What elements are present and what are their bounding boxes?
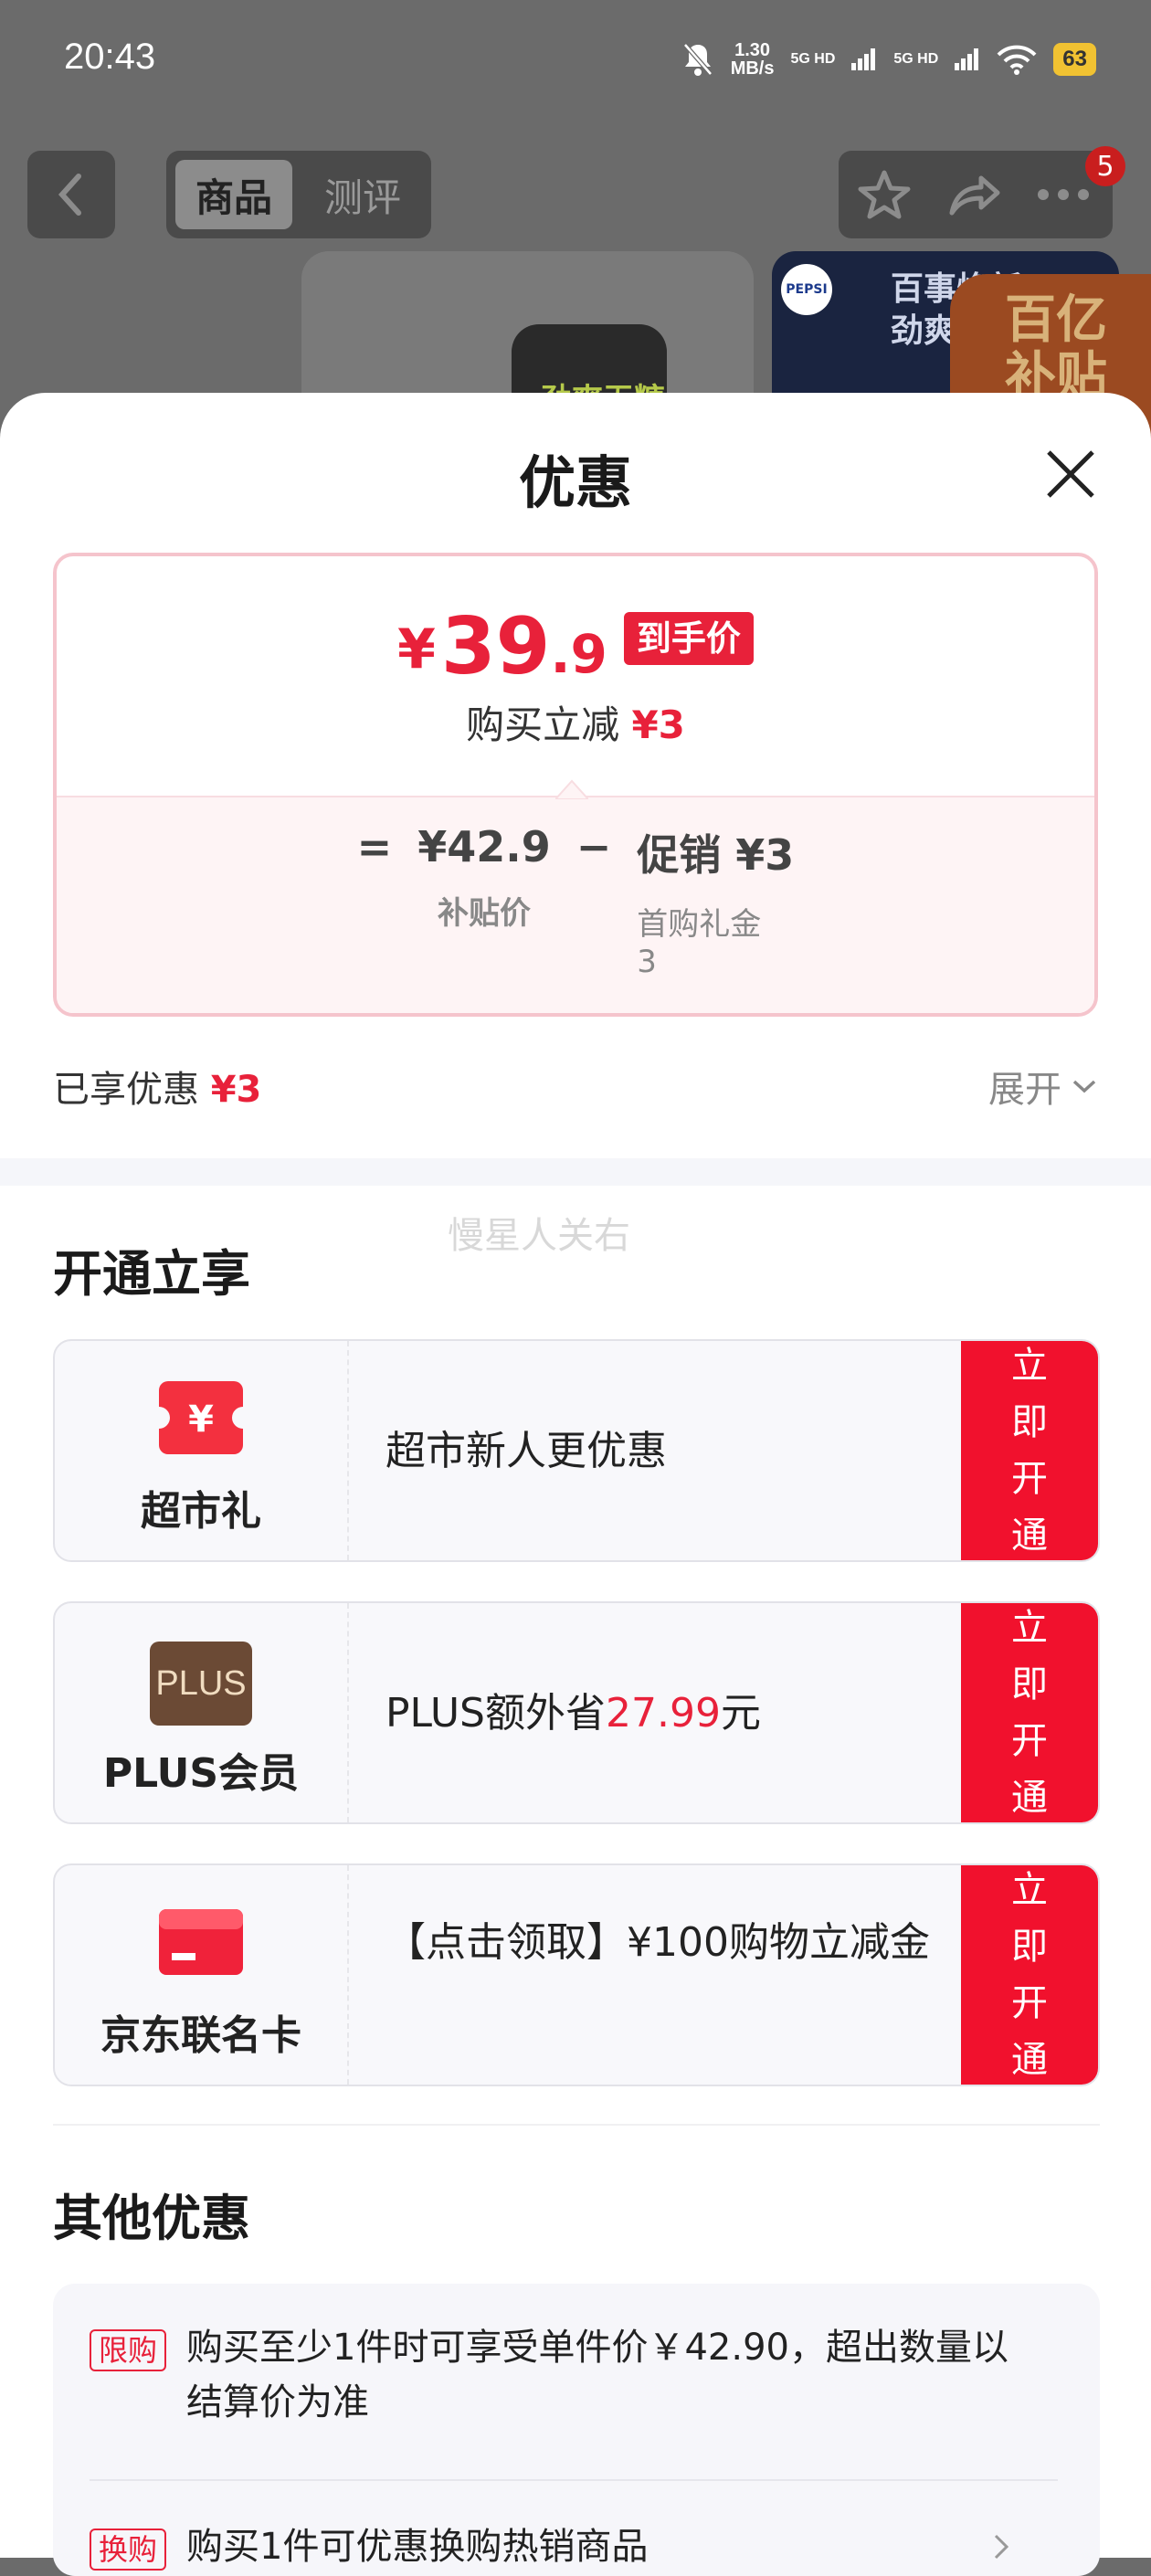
open-now-button[interactable]: 立即开通 [961, 1865, 1098, 2085]
offer-name: 超市礼 [141, 1488, 261, 1535]
final-price-tag: 到手价 [623, 612, 754, 665]
promo-block: 促销 ¥3 首购礼金 3 [637, 830, 795, 980]
card-icon [159, 1909, 243, 1975]
open-section-title: 开通立享 [53, 1245, 250, 1303]
offer-name: 京东联名卡 [100, 2012, 301, 2059]
share-icon[interactable] [946, 171, 1001, 218]
open-now-button[interactable]: 立即开通 [961, 1603, 1098, 1822]
status-icons: 1.30 MB/s 5G HD 5G HD 63 [681, 37, 1096, 82]
open-now-button[interactable]: 立即开通 [961, 1341, 1098, 1560]
price-decimal: .9 [550, 623, 607, 685]
section-divider [0, 1158, 1151, 1186]
list-item[interactable]: 换购 购买1件可优惠换购热销商品 [90, 2526, 1058, 2574]
signal-bars-icon [955, 48, 979, 70]
back-button[interactable] [27, 151, 115, 238]
divider [53, 2124, 1100, 2126]
instant-discount: 购买立减 ¥3 [466, 702, 685, 747]
list-item-text: 购买1件可优惠换购热销商品 [186, 2526, 649, 2568]
enjoyed-discount: 已享优惠 ¥3 [53, 1069, 262, 1111]
offer-description: PLUS额外省27.99元 [385, 1690, 761, 1737]
wifi-icon [997, 45, 1037, 75]
star-icon[interactable] [857, 169, 912, 220]
list-item: 限购 购买至少1件时可享受单件价￥42.90，超出数量以结算价为准 [90, 2327, 1058, 2430]
more-icon[interactable] [1034, 184, 1093, 206]
chevron-right-icon [994, 2534, 1009, 2560]
action-group [839, 151, 1113, 238]
offer-name: PLUS会员 [102, 1750, 300, 1797]
other-section-title: 其他优惠 [53, 2190, 250, 2247]
watermark: 慢星人关右 [448, 1215, 630, 1257]
expand-button[interactable]: 展开 [988, 1060, 1098, 1113]
price-currency: ¥ [397, 618, 436, 681]
equals-sign: = [356, 822, 393, 871]
exchange-tag: 换购 [90, 2528, 167, 2571]
signal-1: 5G HD [790, 51, 836, 67]
close-icon[interactable] [1041, 445, 1100, 503]
svg-text:¥: ¥ [188, 1399, 214, 1441]
offer-description: 超市新人更优惠 [385, 1428, 667, 1474]
list-divider [90, 2479, 1058, 2481]
offer-left: PLUS PLUS会员 [55, 1603, 349, 1822]
tab-switcher: 商品 测评 [166, 151, 431, 238]
final-price: ¥ 39 .9 到手价 [0, 603, 1151, 691]
offer-left: 京东联名卡 [55, 1865, 349, 2085]
offer-supermarket[interactable]: ¥ 超市礼 超市新人更优惠 立即开通 [53, 1339, 1100, 1562]
offer-plus[interactable]: PLUS PLUS会员 PLUS额外省27.99元 立即开通 [53, 1601, 1100, 1824]
offer-left: ¥ 超市礼 [55, 1341, 349, 1560]
limit-tag: 限购 [90, 2329, 167, 2371]
sheet-title: 优惠 [518, 449, 632, 516]
base-price-block: ¥42.9 补贴价 [417, 822, 551, 932]
offer-description: 【点击领取】¥100购物立减金 [385, 1919, 930, 1966]
price-formula: = ¥42.9 补贴价 − 促销 ¥3 首购礼金 3 [0, 822, 1151, 980]
status-time: 20:43 [64, 37, 156, 77]
signal-bars-icon [851, 48, 876, 70]
list-item-text: 购买至少1件时可享受单件价￥42.90，超出数量以结算价为准 [186, 2327, 1008, 2423]
plus-badge-icon: PLUS [150, 1642, 252, 1726]
battery-indicator: 63 [1053, 43, 1096, 76]
offer-cobrand-card[interactable]: 京东联名卡 【点击领取】¥100购物立减金 立即开通 [53, 1863, 1100, 2086]
tab-product[interactable]: 商品 [175, 160, 292, 229]
signal-2: 5G HD [893, 51, 939, 67]
chevron-left-icon [58, 174, 81, 216]
chevron-down-icon [1072, 1080, 1096, 1093]
pointer-icon [555, 779, 588, 799]
notification-badge: 5 [1085, 146, 1125, 186]
other-offers-list: 限购 购买至少1件时可享受单件价￥42.90，超出数量以结算价为准 换购 购买1… [53, 2284, 1100, 2576]
minus-sign: − [576, 822, 612, 871]
pepsi-logo: PEPSI [781, 264, 832, 315]
mute-icon [682, 43, 713, 76]
tab-review[interactable]: 测评 [303, 160, 422, 229]
yen-coupon-icon: ¥ [159, 1381, 243, 1454]
price-integer: 39 [440, 601, 551, 692]
net-speed: 1.30 MB/s [730, 40, 775, 79]
